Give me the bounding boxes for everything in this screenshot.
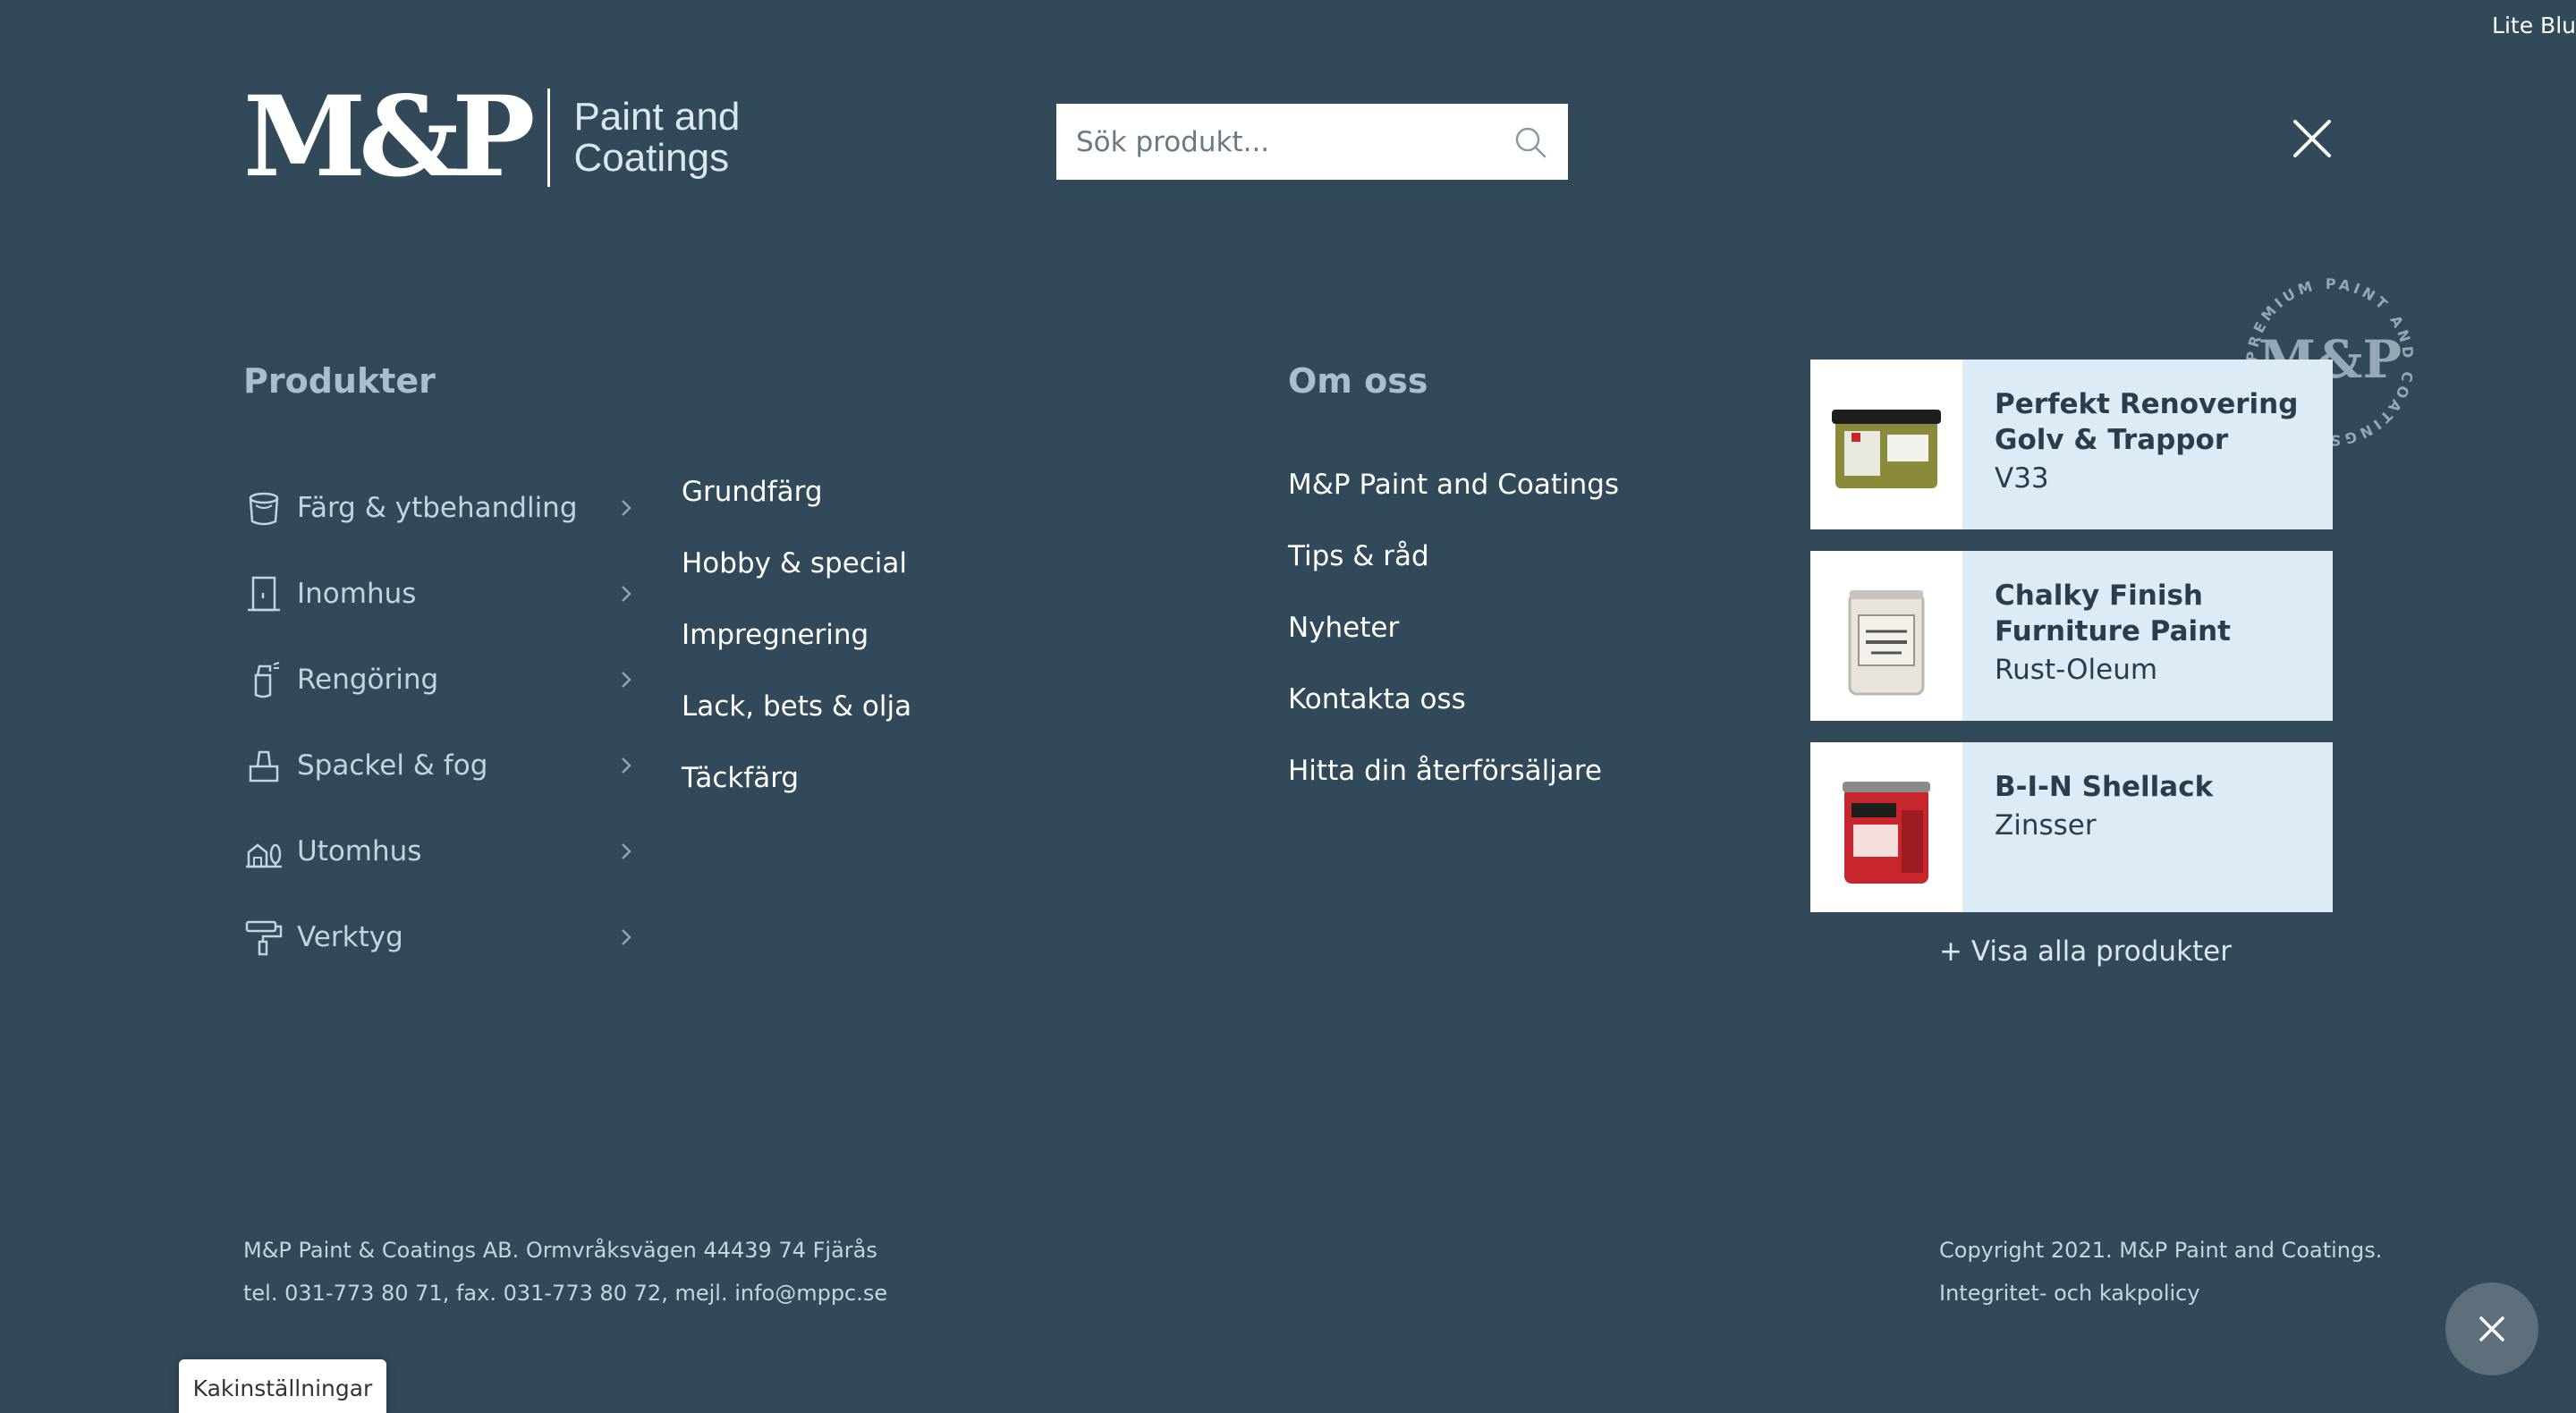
about-link[interactable]: M&P Paint and Coatings [1288,465,1619,537]
chevron-right-icon [622,500,631,516]
subcategory-link[interactable]: Grundfärg [682,472,911,544]
subcategory-link[interactable]: Lack, bets & olja [682,687,911,758]
footer-contact: tel. 031-773 80 71, fax. 031-773 80 72, … [243,1281,888,1306]
product-brand: Rust-Oleum [1995,654,2158,686]
paint-can-icon [1843,782,1930,884]
chevron-right-icon [622,586,631,602]
cookie-settings-button[interactable]: Kakinställningar [179,1359,386,1413]
category-item-verktyg[interactable]: Verktyg [243,894,637,980]
about-link[interactable]: Hitta din återförsäljare [1288,751,1619,823]
category-list: Färg & ytbehandling Inomhus Rengöring Sp… [243,465,637,980]
category-label: Spackel & fog [297,749,488,782]
door-icon [248,576,280,612]
search-icon[interactable] [1513,124,1548,160]
subcategory-link[interactable]: Hobby & special [682,544,911,615]
logo-mark: M&P [243,72,535,202]
featured-products: Perfekt Renovering Golv & Trappor V33 Ch… [1810,360,2333,934]
category-item-rengoring[interactable]: Rengöring [243,637,637,723]
footer-copyright: Copyright 2021. M&P Paint and Coatings. [1939,1238,2383,1263]
product-card[interactable]: Perfekt Renovering Golv & Trappor V33 [1810,360,2333,529]
about-heading: Om oss [1288,361,1428,401]
product-brand: Zinsser [1995,809,2097,842]
chevron-right-icon [622,929,631,945]
product-title: Perfekt Renovering Golv & Trappor [1995,388,2299,456]
logo-sub-line2: Coatings [573,136,730,180]
privacy-policy-link[interactable]: Integritet- och kakpolicy [1939,1272,2382,1315]
paint-can-icon [1848,590,1925,696]
category-item-spackel-fog[interactable]: Spackel & fog [243,723,637,808]
logo-sub-line1: Paint and [573,95,741,139]
footer-legal: Copyright 2021. M&P Paint and Coatings. … [1939,1229,2382,1315]
product-title: Chalky Finish Furniture Paint [1995,580,2231,647]
paint-roller-icon [245,920,283,956]
close-floating-button[interactable] [2445,1282,2538,1375]
products-heading: Produkter [243,361,436,401]
subcategory-list: Grundfärg Hobby & special Impregnering L… [682,472,911,830]
product-image [1810,360,1962,529]
footer-address: M&P Paint & Coatings AB. Ormvråksvägen 4… [243,1238,877,1263]
paint-bucket-icon [249,492,279,526]
paint-can-icon [1832,410,1941,488]
footer-company-info: M&P Paint & Coatings AB. Ormvråksvägen 4… [243,1229,887,1315]
outdoor-house-icon [246,843,282,868]
category-item-utomhus[interactable]: Utomhus [243,808,637,894]
close-menu-icon[interactable] [2290,116,2334,161]
product-image [1810,551,1962,721]
about-link[interactable]: Tips & råd [1288,537,1619,608]
category-item-farg-ytbehandling[interactable]: Färg & ytbehandling [243,465,637,551]
subcategory-link[interactable]: Impregnering [682,615,911,687]
spray-bottle-icon [254,662,280,698]
search-box [1056,104,1568,180]
product-card[interactable]: Chalky Finish Furniture Paint Rust-Oleum [1810,551,2333,721]
product-brand: V33 [1995,462,2049,495]
about-links: M&P Paint and Coatings Tips & råd Nyhete… [1288,465,1619,823]
corner-text: Lite Blu [2492,13,2576,38]
logo-subtitle: Paint and Coatings [573,97,740,179]
category-label: Inomhus [297,578,417,610]
category-label: Färg & ytbehandling [297,492,578,524]
about-link[interactable]: Kontakta oss [1288,680,1619,751]
category-item-inomhus[interactable]: Inomhus [243,551,637,637]
logo[interactable]: M&P Paint and Coatings [243,82,740,193]
logo-divider [547,89,551,187]
chevron-right-icon [622,672,631,688]
spackle-icon [249,750,279,783]
category-label: Verktyg [297,921,403,953]
product-title: B-I-N Shellack [1995,771,2214,803]
show-all-products-link[interactable]: + Visa alla produkter [1939,935,2232,968]
category-label: Rengöring [297,664,439,696]
chevron-right-icon [622,843,631,859]
chevron-right-icon [622,757,631,774]
close-icon [2479,1316,2504,1341]
subcategory-link[interactable]: Täckfärg [682,758,911,830]
search-input[interactable] [1076,125,1513,158]
product-image [1810,742,1962,912]
about-link[interactable]: Nyheter [1288,608,1619,680]
product-card[interactable]: B-I-N Shellack Zinsser [1810,742,2333,912]
category-label: Utomhus [297,835,422,867]
